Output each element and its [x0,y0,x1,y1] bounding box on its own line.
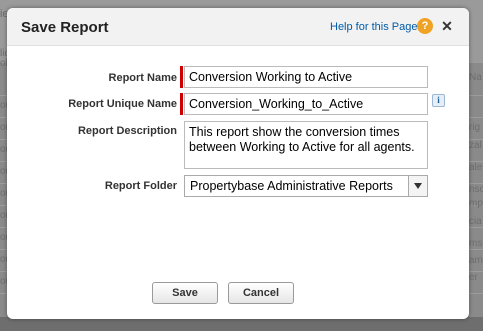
background-cell: cia [469,216,482,227]
report-description-textarea[interactable]: This report show the conversion times be… [184,121,428,169]
report-unique-name-label: Report Unique Name [68,98,177,110]
save-button[interactable]: Save [152,282,218,304]
background-cell: nso [469,184,483,195]
close-icon[interactable]: ✕ [440,19,454,33]
background-footer [0,317,483,331]
required-indicator [180,66,183,88]
help-link[interactable]: Help for this Page [330,21,417,33]
background-cell: am [469,255,483,266]
report-folder-value: Propertybase Administrative Reports [190,179,393,193]
background-cell: rig [469,122,481,133]
chevron-down-icon[interactable] [408,176,427,196]
help-icon[interactable]: ? [417,18,433,34]
report-folder-label: Report Folder [104,180,177,192]
save-report-dialog: Save Report Help for this Page ? ✕ Repor… [7,8,469,319]
report-name-label: Report Name [108,72,177,84]
background-cell: ale [469,162,483,173]
info-icon[interactable]: i [432,94,445,107]
cancel-button[interactable]: Cancel [228,282,294,304]
report-description-label: Report Description [77,125,177,137]
dialog-title: Save Report [21,19,109,36]
required-indicator [180,93,183,115]
background-cell: ms [469,238,483,249]
report-name-input[interactable]: Conversion Working to Active [184,66,428,88]
background-cell: mp [469,198,483,209]
background-cell: er [469,272,478,283]
dialog-header: Save Report Help for this Page ? ✕ [7,8,469,46]
report-folder-select[interactable]: Propertybase Administrative Reports [184,175,428,197]
background-cell: zal [469,140,482,151]
background-cell: Na [469,72,482,83]
report-unique-name-input[interactable]: Conversion_Working_to_Active [184,93,428,115]
